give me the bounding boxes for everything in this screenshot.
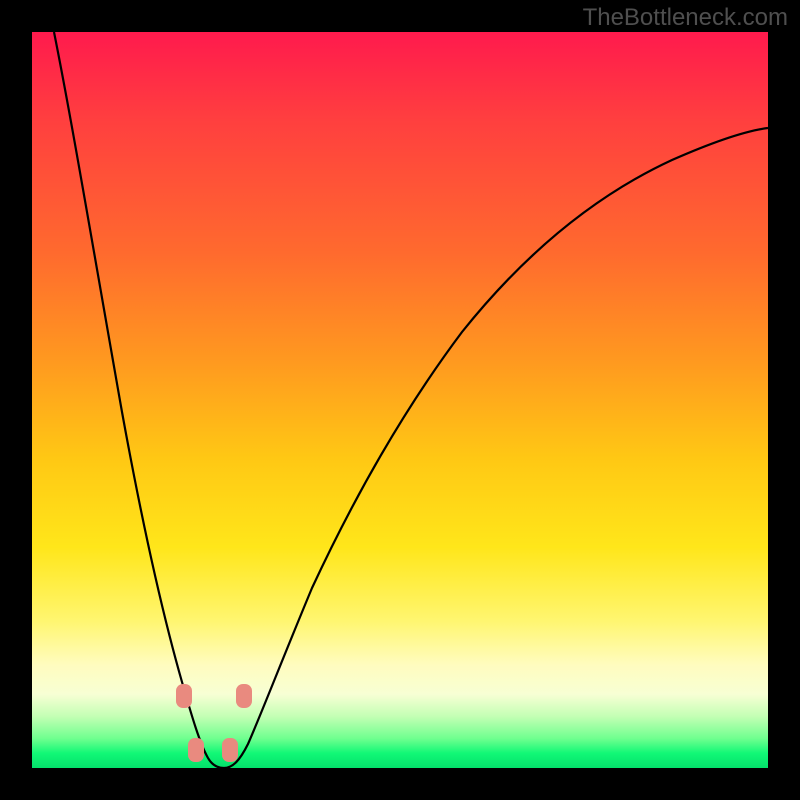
marker-right-upper [236,684,252,708]
marker-left-lower [188,738,204,762]
bottleneck-curve [54,32,768,768]
plot-area [32,32,768,768]
curve-layer [32,32,768,768]
marker-left-upper [176,684,192,708]
marker-right-lower [222,738,238,762]
chart-frame: TheBottleneck.com [0,0,800,800]
watermark-label: TheBottleneck.com [583,4,788,32]
